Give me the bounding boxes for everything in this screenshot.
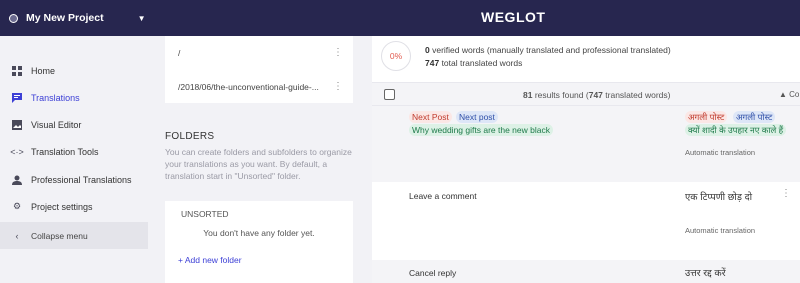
folders-description: You can create folders and subfolders to…	[165, 147, 352, 181]
translation-row[interactable]: Leave a comment एक टिप्पणी छोड़ दो ⋮ Aut…	[372, 182, 800, 260]
results-count: 81 results found (747 translated words)	[523, 90, 670, 100]
translation-text[interactable]: उत्तर रद्द करें	[685, 266, 726, 279]
translation-tag[interactable]: अगली पोस्ट	[685, 111, 728, 123]
translation-type: Automatic translation	[685, 226, 756, 235]
select-all-checkbox[interactable]	[384, 89, 395, 100]
chat-icon	[11, 92, 23, 104]
total-words-stat: 747 total translated words	[425, 58, 522, 68]
sidebar-item-label: Translation Tools	[31, 146, 99, 157]
source-tag: Next Post	[409, 111, 452, 123]
sidebar: Home Translations Visual Editor <·> Tran…	[0, 36, 148, 283]
translation-row[interactable]: Cancel reply उत्तर रद्द करें	[372, 260, 800, 283]
more-options-icon[interactable]: ⋮	[781, 188, 791, 199]
translation-type: Automatic translation	[685, 148, 756, 157]
source-text: Cancel reply	[409, 268, 457, 278]
folders-card: UNSORTED You don't have any folder yet. …	[165, 201, 353, 283]
gear-icon: ⚙	[12, 201, 22, 211]
url-path: /2018/06/the-unconventional-guide-...	[178, 81, 319, 92]
translation-tag[interactable]: अगली पोस्ट	[733, 111, 776, 123]
more-options-icon[interactable]: ⋮	[333, 47, 343, 58]
project-selector[interactable]: My New Project ▼	[9, 0, 146, 36]
more-options-icon[interactable]: ⋮	[333, 81, 343, 92]
url-path: /	[178, 47, 181, 58]
url-item[interactable]: /2018/06/the-unconventional-guide-... ⋮	[178, 79, 343, 94]
sidebar-item-translations[interactable]: Translations	[0, 84, 148, 111]
results-text-after: translated words)	[605, 90, 671, 100]
sidebar-item-project-settings[interactable]: ⚙ Project settings	[0, 193, 148, 220]
add-folder-link[interactable]: + Add new folder	[178, 255, 242, 265]
sidebar-item-translation-tools[interactable]: <·> Translation Tools	[0, 138, 148, 165]
source-text: Leave a comment	[409, 191, 477, 201]
sidebar-item-home[interactable]: Home	[0, 57, 148, 84]
unsorted-label[interactable]: UNSORTED	[181, 209, 229, 219]
results-number: 81	[523, 90, 533, 100]
chevron-left-icon: ‹	[15, 230, 19, 241]
verified-count: 0	[425, 45, 430, 55]
results-translated-count: 747	[588, 90, 603, 100]
image-edit-icon	[11, 119, 23, 131]
chevron-down-icon: ▼	[137, 13, 146, 23]
total-text: total translated words	[441, 58, 523, 68]
translation-tag[interactable]: क्यों शादी के उपहार नए काले हैं	[685, 124, 787, 136]
source-tag: Why wedding gifts are the new black	[409, 124, 553, 136]
folders-heading: FOLDERS	[165, 131, 215, 142]
sidebar-item-label: Professional Translations	[31, 174, 132, 185]
url-item[interactable]: / ⋮	[178, 45, 343, 60]
url-list-card: / ⋮ /2018/06/the-unconventional-guide-..…	[165, 36, 353, 103]
results-text-before: results found (	[534, 90, 589, 100]
verified-words-stat: 0 verified words (manually translated an…	[425, 45, 671, 55]
sidebar-item-visual-editor[interactable]: Visual Editor	[0, 111, 148, 138]
user-icon	[11, 174, 23, 186]
sidebar-item-label: Project settings	[31, 201, 93, 212]
total-count: 747	[425, 58, 440, 68]
translations-panel: 0% 0 verified words (manually translated…	[372, 36, 800, 283]
translation-row[interactable]: Next Post Next post Why wedding gifts ar…	[372, 106, 800, 182]
collapse-menu-button[interactable]: ‹ Collapse menu	[0, 222, 148, 249]
source-tag: Next post	[456, 111, 498, 123]
results-bar: 81 results found (747 translated words) …	[372, 82, 800, 106]
no-folder-text: You don't have any folder yet.	[203, 228, 315, 238]
sidebar-item-label: Home	[31, 65, 56, 76]
top-bar: My New Project ▼ WEGLOT	[0, 0, 800, 36]
sidebar-item-professional-translations[interactable]: Professional Translations	[0, 166, 148, 193]
project-icon	[9, 13, 18, 23]
collapse-menu-label: Collapse menu	[31, 230, 88, 241]
project-name: My New Project	[26, 12, 104, 24]
verified-text: verified words (manually translated and …	[432, 45, 671, 55]
verified-percent-badge: 0%	[381, 41, 411, 71]
weglot-logo: WEGLOT	[481, 9, 546, 25]
sidebar-item-label: Visual Editor	[31, 119, 82, 130]
sort-toggle[interactable]: ▲ Co	[779, 90, 799, 99]
translation-text[interactable]: एक टिप्पणी छोड़ दो	[685, 190, 752, 203]
sidebar-item-label: Translations	[31, 92, 80, 103]
code-icon: <·>	[10, 146, 24, 157]
grid-icon	[11, 65, 23, 77]
